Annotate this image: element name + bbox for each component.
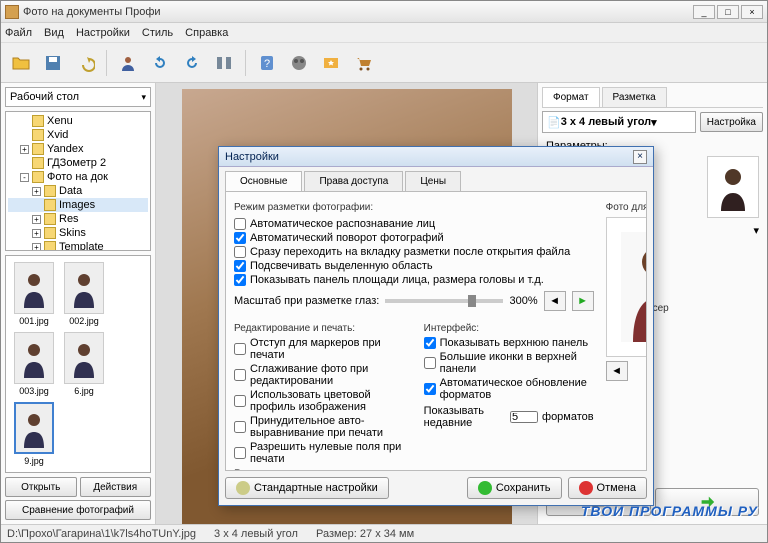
star-box-icon[interactable] <box>317 49 345 77</box>
option-checkbox[interactable]: Автоматическое обновление форматов <box>424 376 594 402</box>
maximize-button[interactable]: □ <box>717 5 739 19</box>
cancel-button[interactable]: Отмена <box>568 477 647 499</box>
menu-help[interactable]: Справка <box>185 27 228 39</box>
scale-label: Масштаб при разметке глаз: <box>234 295 379 307</box>
tree-item[interactable]: +Yandex <box>8 142 148 156</box>
location-combo[interactable]: Рабочий стол <box>5 87 151 107</box>
save-button[interactable]: Сохранить <box>467 477 562 499</box>
open-button[interactable]: Открыть <box>5 477 77 497</box>
option-checkbox[interactable]: Использовать цветовой профиль изображени… <box>234 388 412 414</box>
menu-file[interactable]: Файл <box>5 27 32 39</box>
tree-item[interactable]: Xvid <box>8 128 148 142</box>
close-button[interactable]: × <box>741 5 763 19</box>
group-mode: Режим разметки фотографии: <box>234 202 594 213</box>
menu-settings[interactable]: Настройки <box>76 27 130 39</box>
dialog-close-icon[interactable]: × <box>633 150 647 164</box>
group-edit: Редактирование и печать: <box>234 323 412 334</box>
option-checkbox[interactable]: Разрешить нулевые поля при печати <box>234 440 412 466</box>
dialog-titlebar: Настройки × <box>219 147 653 167</box>
open-folder-icon[interactable] <box>7 49 35 77</box>
setup-button[interactable]: Настройка <box>700 112 763 132</box>
compare-button[interactable]: Сравнение фотографий <box>5 500 151 520</box>
titlebar: Фото на документы Профи _ □ × <box>1 1 767 23</box>
tree-item[interactable]: +Skins <box>8 226 148 240</box>
statusbar: D:\Прохо\Гагарина\1\k7ls4hoTUnY.jpg 3 x … <box>1 524 767 542</box>
dlg-tab-access[interactable]: Права доступа <box>304 171 403 191</box>
option-checkbox[interactable]: Сглаживание фото при редактировании <box>234 362 412 388</box>
thumbnail[interactable]: 003.jpg <box>12 332 56 396</box>
menu-style[interactable]: Стиль <box>142 27 173 39</box>
app-title: Фото на документы Профи <box>23 6 691 18</box>
option-checkbox[interactable]: Принудительное авто-выравнивание при печ… <box>234 414 412 440</box>
undo-icon[interactable] <box>71 49 99 77</box>
left-panel: Рабочий стол XenuXvid+YandexГДЗометр 2-Ф… <box>1 83 156 524</box>
cart-icon[interactable] <box>349 49 377 77</box>
tree-item[interactable]: +Res <box>8 212 148 226</box>
status-size: Размер: 27 x 34 мм <box>316 528 414 540</box>
recent-suffix: форматов <box>542 411 594 423</box>
status-path: D:\Прохо\Гагарина\1\k7ls4hoTUnY.jpg <box>7 528 196 540</box>
actions-button[interactable]: Действия <box>80 477 152 497</box>
sample-prev-icon[interactable]: ◄ <box>606 361 628 381</box>
option-checkbox[interactable]: Сразу переходить на вкладку разметки пос… <box>234 245 594 259</box>
save-icon[interactable] <box>39 49 67 77</box>
group-iface: Интерфейс: <box>424 323 594 334</box>
scale-value: 300% <box>509 295 537 307</box>
option-checkbox[interactable]: Подсвечивать выделенную область <box>234 259 594 273</box>
tab-markup[interactable]: Разметка <box>602 87 667 107</box>
menubar: Файл Вид Настройки Стиль Справка <box>1 23 767 43</box>
option-checkbox[interactable]: Показывать панель площади лица, размера … <box>234 273 594 287</box>
scale-slider[interactable] <box>385 299 503 303</box>
settings-dialog: Настройки × Основные Права доступа Цены … <box>218 146 654 506</box>
option-checkbox[interactable]: Автоматический поворот фотографий <box>234 231 594 245</box>
tree-item[interactable]: ГДЗометр 2 <box>8 156 148 170</box>
help-icon[interactable]: ? <box>253 49 281 77</box>
rotate-left-icon[interactable] <box>146 49 174 77</box>
svg-text:?: ? <box>264 58 270 70</box>
option-checkbox[interactable]: Отступ для маркеров при печати <box>234 336 412 362</box>
recent-input[interactable] <box>510 411 538 423</box>
tab-format[interactable]: Формат <box>542 87 600 107</box>
thumbnail[interactable]: 6.jpg <box>62 332 106 396</box>
rotate-right-icon[interactable] <box>178 49 206 77</box>
folder-tree[interactable]: XenuXvid+YandexГДЗометр 2-Фото на док+Da… <box>5 111 151 251</box>
format-preview <box>707 156 759 218</box>
minimize-button[interactable]: _ <box>693 5 715 19</box>
menu-view[interactable]: Вид <box>44 27 64 39</box>
tree-item[interactable]: +Template <box>8 240 148 251</box>
dlg-tab-prices[interactable]: Цены <box>405 171 461 191</box>
toolbar: ? <box>1 43 767 83</box>
dlg-tab-general[interactable]: Основные <box>225 171 302 191</box>
sample-label: Фото для разметки: <box>606 202 647 213</box>
tree-item[interactable]: +Data <box>8 184 148 198</box>
format-select[interactable]: 📄 3 x 4 левый угол ▾ <box>542 111 696 133</box>
scale-next-icon[interactable]: ► <box>572 291 594 311</box>
thumbnail[interactable]: 001.jpg <box>12 262 56 326</box>
status-format: 3 x 4 левый угол <box>214 528 298 540</box>
app-icon <box>5 5 19 19</box>
tree-item[interactable]: Images <box>8 198 148 212</box>
thumbnails[interactable]: 001.jpg002.jpg003.jpg6.jpg9.jpg <box>5 255 151 473</box>
tree-item[interactable]: -Фото на док <box>8 170 148 184</box>
scale-prev-icon[interactable]: ◄ <box>544 291 566 311</box>
video-icon[interactable] <box>285 49 313 77</box>
defaults-button[interactable]: Стандартные настройки <box>225 477 389 499</box>
thumbnail[interactable]: 9.jpg <box>12 402 56 466</box>
option-checkbox[interactable]: Показывать верхнюю панель <box>424 336 594 350</box>
tree-item[interactable]: Xenu <box>8 114 148 128</box>
recent-label: Показывать недавние <box>424 405 506 429</box>
option-checkbox[interactable]: Автоматическое распознавание лиц <box>234 217 594 231</box>
thumbnail[interactable]: 002.jpg <box>62 262 106 326</box>
columns-icon[interactable] <box>210 49 238 77</box>
option-checkbox[interactable]: Большие иконки в верхней панели <box>424 350 594 376</box>
sample-photo <box>606 217 647 357</box>
person-icon[interactable] <box>114 49 142 77</box>
watermark: ТВОИ ПРОГРАММЫ РУ <box>581 503 758 519</box>
